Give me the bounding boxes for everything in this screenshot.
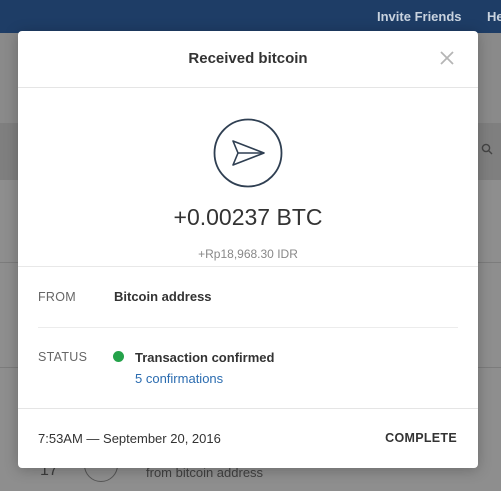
row-divider <box>38 327 458 328</box>
amount-section: +0.00237 BTC +Rp18,968.30 IDR <box>18 87 478 267</box>
invite-friends-link[interactable]: Invite Friends <box>377 9 462 24</box>
fiat-amount: +Rp18,968.30 IDR <box>198 247 298 261</box>
btc-amount: +0.00237 BTC <box>173 204 323 230</box>
from-label: FROM <box>38 290 76 304</box>
status-label: STATUS <box>38 350 88 364</box>
modal-title: Received bitcoin <box>188 50 308 67</box>
help-link[interactable]: He <box>487 9 501 24</box>
confirmations-link[interactable]: 5 confirmations <box>135 371 223 386</box>
from-value: Bitcoin address <box>114 289 212 304</box>
paper-plane-icon <box>213 118 283 188</box>
top-nav-bar: Invite Friends He <box>0 0 501 33</box>
status-value: Transaction confirmed <box>135 350 275 365</box>
transaction-timestamp: 7:53AM — September 20, 2016 <box>38 431 221 446</box>
modal-header: Received bitcoin <box>18 31 478 88</box>
completion-status: COMPLETE <box>385 431 457 445</box>
close-icon[interactable] <box>439 50 455 66</box>
status-indicator-dot <box>113 351 124 362</box>
transaction-detail-modal: Received bitcoin +0.00237 BTC +Rp18,968.… <box>18 31 478 468</box>
search-icon[interactable] <box>481 143 493 155</box>
modal-footer: 7:53AM — September 20, 2016 COMPLETE <box>18 408 478 468</box>
